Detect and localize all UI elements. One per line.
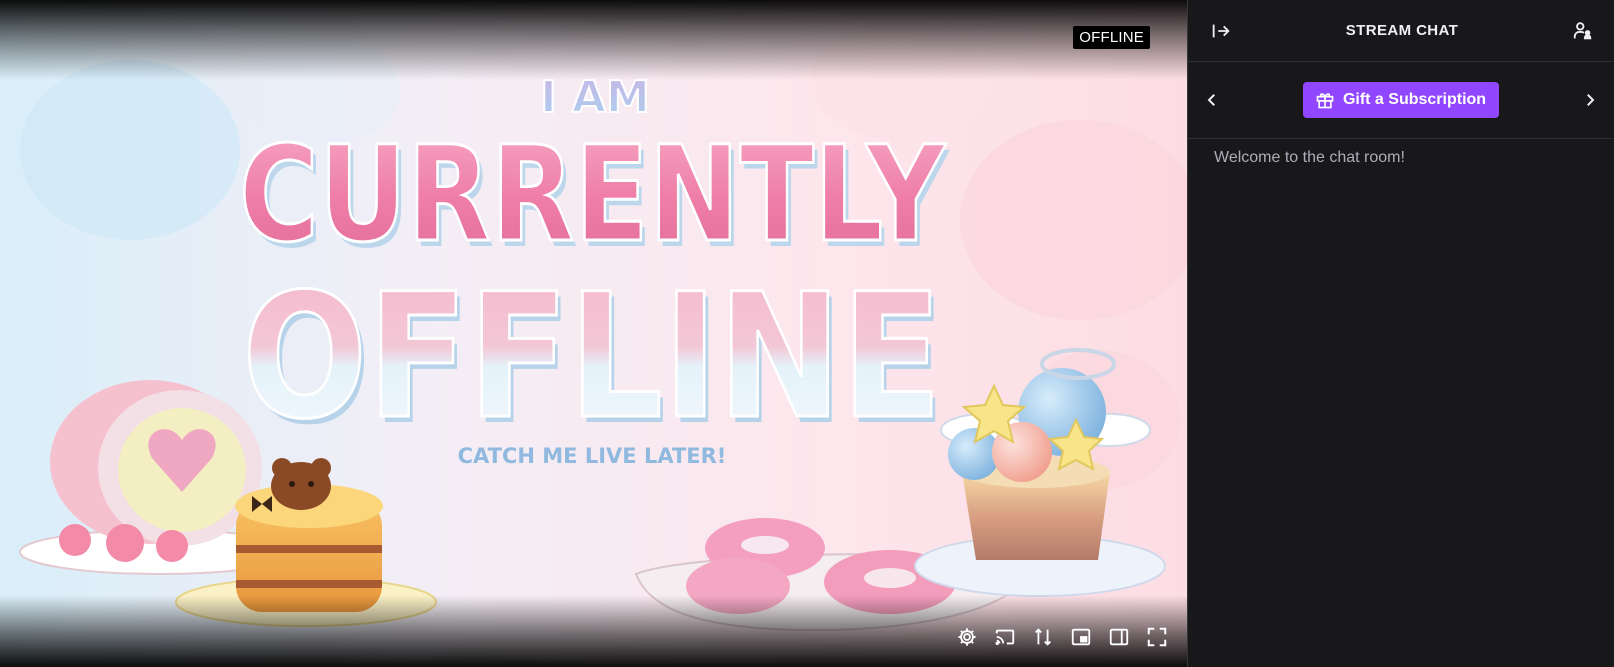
collapse-arrow-icon — [1212, 24, 1230, 37]
community-button[interactable] — [1568, 16, 1598, 46]
chat-promo-row: Gift a Subscription — [1188, 62, 1614, 139]
banner-text-currently: CURRENTLY — [239, 118, 946, 272]
gift-icon — [1316, 93, 1334, 109]
chat-header: STREAM CHAT — [1188, 0, 1614, 62]
settings-button[interactable] — [953, 623, 981, 651]
promo-prev-button[interactable] — [1200, 88, 1224, 112]
mini-player-icon — [1071, 628, 1091, 646]
rotate-icon — [1035, 628, 1051, 646]
chevron-right-icon — [1587, 94, 1595, 106]
cast-button[interactable] — [991, 623, 1019, 651]
cast-icon — [995, 629, 1015, 646]
chat-messages: Welcome to the chat room! — [1188, 139, 1614, 667]
banner-text-offline: OFFLINE — [242, 256, 942, 457]
video-player[interactable]: I AM CURRENTLY CURRENTLY OFFLINE OFFLINE… — [0, 0, 1187, 667]
chat-panel: STREAM CHAT Gift a Subscription Welcome … — [1187, 0, 1614, 667]
settings-icon — [958, 628, 976, 646]
fullscreen-icon — [1147, 627, 1167, 647]
chevron-left-icon — [1207, 94, 1215, 106]
community-icon — [1573, 21, 1592, 39]
offline-status-badge: OFFLINE — [1073, 26, 1150, 49]
chat-title: STREAM CHAT — [1345, 22, 1459, 39]
banner-text-catch-me: CATCH ME LIVE LATER! — [458, 444, 727, 468]
stream-page: I AM CURRENTLY CURRENTLY OFFLINE OFFLINE… — [0, 0, 1614, 667]
rotate-button[interactable] — [1029, 623, 1057, 651]
offline-banner-image: I AM CURRENTLY CURRENTLY OFFLINE OFFLINE… — [0, 0, 1187, 667]
collapse-chat-button[interactable] — [1206, 16, 1236, 46]
promo-next-button[interactable] — [1578, 88, 1602, 112]
player-top-gradient — [0, 0, 1187, 80]
theatre-mode-icon — [1109, 628, 1129, 646]
welcome-message: Welcome to the chat room! — [1214, 149, 1405, 166]
fullscreen-button[interactable] — [1143, 623, 1171, 651]
mini-player-button[interactable] — [1067, 623, 1095, 651]
theatre-mode-button[interactable] — [1105, 623, 1133, 651]
gift-subscription-button[interactable]: Gift a Subscription — [1302, 82, 1500, 118]
player-controls — [953, 623, 1171, 651]
gift-subscription-label: Gift a Subscription — [1342, 91, 1487, 108]
